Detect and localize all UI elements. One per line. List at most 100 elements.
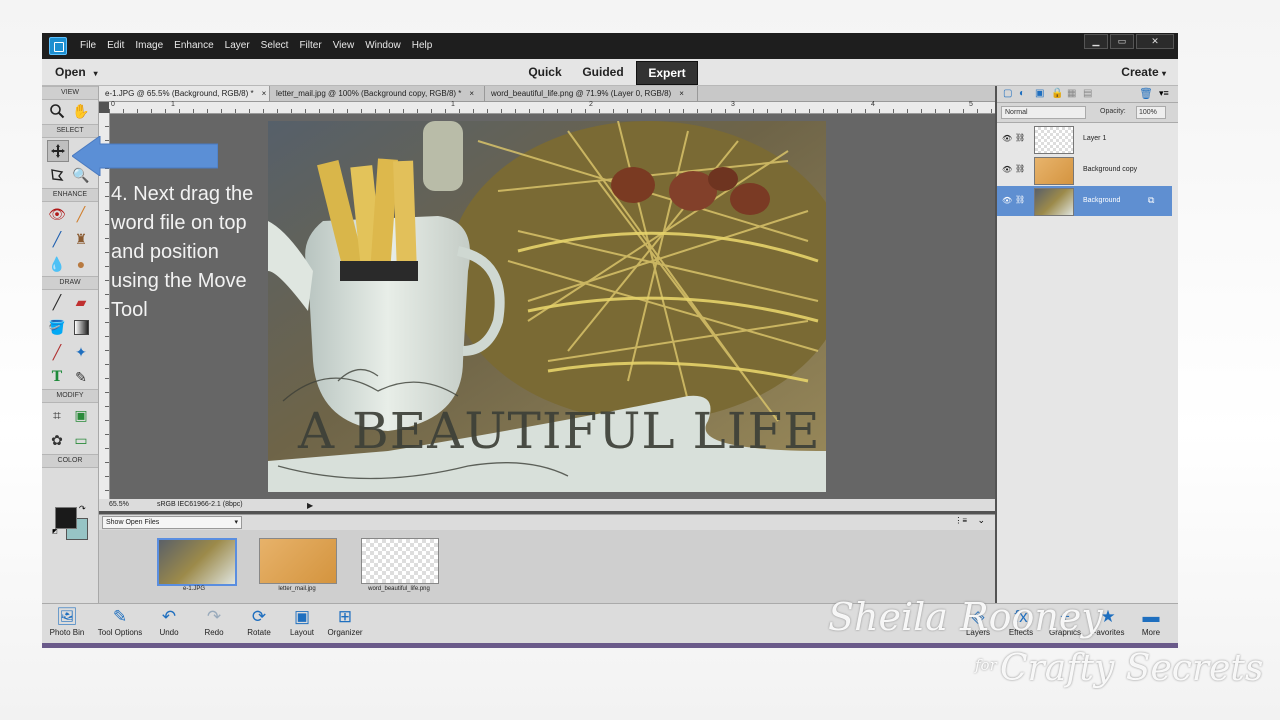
crop-tool-icon[interactable]: ⌗	[47, 405, 67, 425]
layer-row-background-copy[interactable]: 👁 ⛓ Background copy	[997, 155, 1172, 185]
move-tool-icon[interactable]	[47, 140, 69, 162]
organizer-icon: ⊞	[337, 607, 353, 626]
tool-options-button[interactable]: ✎ Tool Options	[94, 606, 146, 637]
lock-all-icon[interactable]: ▦	[1067, 88, 1076, 99]
doc-tab-letter-mail[interactable]: letter_mail.jpg @ 100% (Background copy,…	[270, 86, 485, 101]
paint-bucket-icon[interactable]: 🪣	[47, 317, 67, 337]
adjustment-layer-icon[interactable]: ◐	[1019, 88, 1025, 99]
blend-mode-select[interactable]: Normal	[1001, 106, 1086, 119]
blur-tool-icon[interactable]: 💧	[47, 254, 67, 274]
document-tabs: e-1.JPG @ 65.5% (Background, RGB/8) * × l…	[99, 86, 995, 102]
layers-panel-header: ▢ ◐ ▣ 🔒 ▦ ▤ 🗑 ▾≡	[997, 86, 1178, 103]
close-icon[interactable]: ×	[262, 89, 267, 98]
panel-menu-icon[interactable]: ▾≡	[1159, 88, 1169, 99]
layout-button[interactable]: ▣ Layout	[279, 606, 325, 637]
menu-window[interactable]: Window	[365, 40, 401, 51]
bin-thumb-word-beautiful-life[interactable]	[361, 538, 439, 584]
menu-layer[interactable]: Layer	[225, 40, 250, 51]
status-bar: 65.5% sRGB IEC61966-2.1 (8bpc) ▶	[99, 499, 995, 511]
hand-tool-icon[interactable]: ✋	[71, 101, 91, 121]
lasso-tool-icon[interactable]	[47, 165, 67, 185]
menu-filter[interactable]: Filter	[299, 40, 321, 51]
opacity-field[interactable]: 100%	[1136, 106, 1166, 119]
layer-row-layer-1[interactable]: 👁 ⛓ Layer 1	[997, 124, 1172, 154]
red-eye-tool-icon[interactable]: 👁	[47, 204, 67, 224]
bin-dropdown[interactable]: Show Open Files	[102, 516, 242, 529]
smart-brush-icon[interactable]: ╱	[47, 229, 67, 249]
brush-tool-icon[interactable]: ╱	[47, 292, 67, 312]
tab-quick[interactable]: Quick	[520, 61, 570, 83]
layout-icon: ▣	[293, 607, 311, 626]
doc-tab-word-beautiful-life[interactable]: word_beautiful_life.png @ 71.9% (Layer 0…	[485, 86, 698, 101]
menu-file[interactable]: File	[80, 40, 96, 51]
photo-bin-label: Photo Bin	[49, 628, 85, 637]
eraser-tool-icon[interactable]: ▰	[71, 292, 91, 312]
rotate-icon: ⟳	[251, 607, 267, 626]
recompose-tool-icon[interactable]: ▣	[71, 405, 91, 425]
document-image[interactable]: A BEAUTIFUL LIFE	[268, 121, 826, 492]
ruler-number: 1	[171, 101, 175, 108]
close-icon[interactable]: ×	[679, 89, 684, 98]
bin-thumb-e1[interactable]	[157, 538, 237, 586]
menu-image[interactable]: Image	[135, 40, 163, 51]
menu-enhance[interactable]: Enhance	[174, 40, 213, 51]
zoom-tool-icon[interactable]	[47, 101, 67, 121]
undo-button[interactable]: ↶ Undo	[146, 606, 192, 637]
bin-thumb-letter-mail[interactable]	[259, 538, 337, 584]
rotate-button[interactable]: ⟳ Rotate	[236, 606, 282, 637]
trash-icon[interactable]: 🗑	[1139, 87, 1153, 100]
visibility-eye-icon[interactable]: 👁	[1002, 196, 1012, 205]
tab-expert[interactable]: Expert	[636, 61, 698, 85]
visibility-eye-icon[interactable]: 👁	[1002, 165, 1012, 174]
menu-edit[interactable]: Edit	[107, 40, 124, 51]
layer-name: Background copy	[1083, 166, 1138, 173]
watermark-name: Sheila Rooney	[828, 595, 1103, 639]
eyedropper-icon[interactable]: ╱	[47, 342, 67, 362]
close-icon[interactable]: ×	[469, 89, 474, 98]
new-layer-icon[interactable]: ▢	[1003, 88, 1012, 99]
create-button[interactable]: Create ▾	[1121, 65, 1166, 79]
link-icon[interactable]: ▤	[1083, 88, 1092, 99]
bin-menu-icon[interactable]: ⋮≡	[954, 516, 967, 525]
lock-icon[interactable]: 🔒	[1051, 88, 1063, 99]
custom-shape-icon[interactable]: ✦	[71, 342, 91, 362]
chevron-down-icon[interactable]: ⌄	[977, 515, 985, 526]
content-aware-move-icon[interactable]: ✿	[47, 430, 67, 450]
status-arrow-icon[interactable]: ▶	[307, 501, 313, 510]
pointer-arrow-icon	[72, 136, 218, 176]
organizer-button[interactable]: ⊞ Organizer	[322, 606, 368, 637]
redo-button[interactable]: ↷ Redo	[191, 606, 237, 637]
more-button[interactable]: ▬ More	[1128, 606, 1174, 637]
menu-select[interactable]: Select	[261, 40, 289, 51]
photo-bin-button[interactable]: 🖼 Photo Bin	[44, 606, 90, 637]
menu-view[interactable]: View	[333, 40, 355, 51]
type-tool-icon[interactable]: T	[47, 367, 67, 387]
link-icon[interactable]: ⛓	[1015, 133, 1025, 142]
sponge-tool-icon[interactable]: ●	[71, 254, 91, 274]
rotate-label: Rotate	[247, 628, 271, 637]
close-button[interactable]: ✕	[1136, 34, 1174, 49]
project-bin-bar: Show Open Files ⋮≡ ⌄	[99, 514, 995, 531]
maximize-button[interactable]: ▭	[1110, 34, 1134, 49]
spot-healing-icon[interactable]: ╱	[71, 204, 91, 224]
gradient-tool-icon[interactable]	[71, 317, 91, 337]
visibility-eye-icon[interactable]: 👁	[1002, 134, 1012, 143]
foreground-color-swatch[interactable]	[55, 507, 77, 529]
ruler-number: 2	[589, 101, 593, 108]
pencil-tool-icon[interactable]: ✎	[71, 367, 91, 387]
minimize-button[interactable]: ▁	[1084, 34, 1108, 49]
link-icon[interactable]: ⛓	[1015, 195, 1025, 204]
menu-help[interactable]: Help	[412, 40, 433, 51]
link-icon[interactable]: ⛓	[1015, 164, 1025, 173]
create-label: Create	[1121, 65, 1159, 79]
swap-colors-icon[interactable]: ↷	[79, 504, 86, 513]
default-colors-icon[interactable]: ◩	[52, 528, 58, 535]
clone-stamp-icon[interactable]: ♜	[71, 229, 91, 249]
doc-tab-e1[interactable]: e-1.JPG @ 65.5% (Background, RGB/8) * ×	[99, 86, 270, 101]
straighten-tool-icon[interactable]: ▭	[71, 430, 91, 450]
tab-guided[interactable]: Guided	[570, 61, 636, 83]
open-button[interactable]: Open ▾	[55, 65, 98, 79]
mask-icon[interactable]: ▣	[1035, 88, 1044, 99]
layer-row-background[interactable]: 👁 ⛓ Background ⧉	[997, 186, 1172, 216]
layer-lock-icon[interactable]: ⧉	[1148, 195, 1154, 206]
